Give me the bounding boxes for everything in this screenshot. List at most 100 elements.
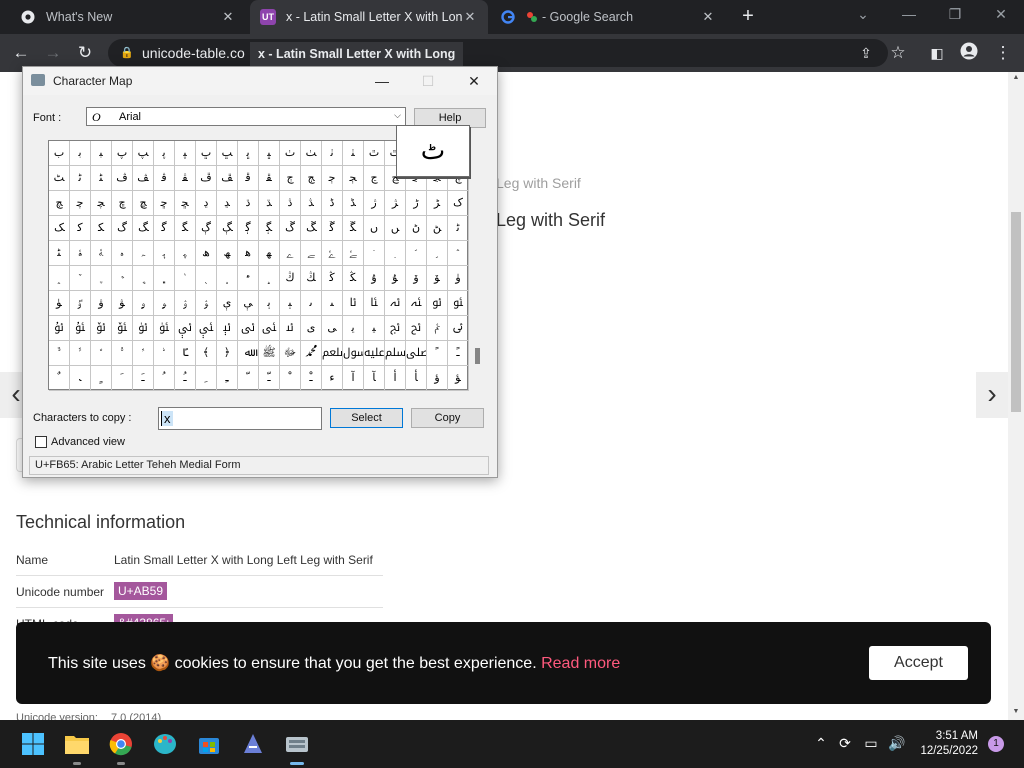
char-cell[interactable]: ﯸ bbox=[217, 316, 238, 341]
char-cell[interactable]: ﱞ bbox=[49, 341, 70, 366]
char-cell[interactable]: ﹴ bbox=[91, 366, 112, 391]
char-cell[interactable]: ﮮ bbox=[280, 241, 301, 266]
char-cell[interactable]: ﮤ bbox=[70, 241, 91, 266]
char-cell[interactable]: ﮧ bbox=[133, 241, 154, 266]
address-bar[interactable]: 🔒 unicode-table.co bbox=[108, 39, 888, 67]
char-cell[interactable]: ﯩ bbox=[322, 291, 343, 316]
start-icon[interactable] bbox=[19, 730, 47, 758]
char-cell[interactable]: ﭱ bbox=[259, 166, 280, 191]
char-cell[interactable]: ﭫ bbox=[133, 166, 154, 191]
chrome-icon[interactable] bbox=[107, 730, 135, 765]
char-cell[interactable]: ﺃ bbox=[385, 366, 406, 391]
char-cell[interactable]: ﭴ bbox=[322, 166, 343, 191]
char-cell[interactable]: ﯶ bbox=[175, 316, 196, 341]
char-cell[interactable]: ﮑ bbox=[91, 216, 112, 241]
notification-badge[interactable]: 1 bbox=[988, 736, 1004, 752]
char-cell[interactable]: ﮴ bbox=[406, 241, 427, 266]
char-cell[interactable]: ﯛ bbox=[448, 266, 469, 291]
char-cell[interactable]: ﹶ bbox=[112, 366, 133, 391]
char-cell[interactable]: ﭗ bbox=[133, 141, 154, 166]
char-cell[interactable]: ﯹ bbox=[238, 316, 259, 341]
char-cell[interactable]: ﯭ bbox=[406, 291, 427, 316]
char-cell[interactable]: ﭰ bbox=[238, 166, 259, 191]
char-cell[interactable]: ﮳ bbox=[385, 241, 406, 266]
scroll-thumb[interactable] bbox=[1011, 212, 1021, 412]
char-cell[interactable]: ﮄ bbox=[238, 191, 259, 216]
char-cell[interactable]: ﭢ bbox=[364, 141, 385, 166]
char-cell[interactable]: ﹳ bbox=[70, 366, 91, 391]
char-cell[interactable]: ﴼ bbox=[175, 341, 196, 366]
char-cell[interactable]: ﰁ bbox=[406, 316, 427, 341]
file-explorer-icon[interactable] bbox=[63, 730, 91, 765]
char-cell[interactable]: ﰃ bbox=[448, 316, 469, 341]
font-select[interactable]: O Arial ⌵ bbox=[86, 107, 406, 126]
char-cell[interactable]: ﹸ bbox=[154, 366, 175, 391]
char-cell[interactable]: ﮱ bbox=[343, 241, 364, 266]
profile-icon[interactable] bbox=[958, 42, 980, 64]
char-cell[interactable]: ﯵ bbox=[154, 316, 175, 341]
char-cell[interactable]: ﭿ bbox=[133, 191, 154, 216]
menu-icon[interactable]: ⋮ bbox=[992, 42, 1014, 64]
char-cell[interactable]: ﮣ bbox=[49, 241, 70, 266]
char-cell[interactable]: ﮫ bbox=[217, 241, 238, 266]
char-cell[interactable]: ﹱ bbox=[448, 341, 469, 366]
char-cell[interactable]: ﮈ bbox=[322, 191, 343, 216]
side-panel-icon[interactable]: ◧ bbox=[926, 42, 948, 64]
char-cell[interactable]: ﭭ bbox=[175, 166, 196, 191]
char-cell[interactable]: ﭠ bbox=[322, 141, 343, 166]
characters-to-copy-input[interactable]: x bbox=[158, 407, 322, 430]
char-cell[interactable]: ﭖ bbox=[112, 141, 133, 166]
sync-icon[interactable]: ⟳ bbox=[836, 734, 854, 752]
char-cell[interactable]: ﱣ bbox=[154, 341, 175, 366]
advanced-view-checkbox[interactable] bbox=[35, 436, 47, 448]
char-cell[interactable]: ﮶ bbox=[448, 241, 469, 266]
char-cell[interactable]: ﮋ bbox=[385, 191, 406, 216]
char-cell[interactable]: ﭮ bbox=[196, 166, 217, 191]
char-cell[interactable]: ﯨ bbox=[301, 291, 322, 316]
char-cell[interactable]: ﮓ bbox=[133, 216, 154, 241]
char-cell[interactable]: ﯞ bbox=[91, 291, 112, 316]
char-cell[interactable]: ﷷ bbox=[364, 341, 385, 366]
restore-icon[interactable]: ❐ bbox=[940, 6, 970, 26]
char-cell[interactable]: ﯚ bbox=[427, 266, 448, 291]
char-cell[interactable]: ﮝ bbox=[343, 216, 364, 241]
char-cell[interactable]: ﴾ bbox=[196, 341, 217, 366]
char-cell[interactable]: ﮇ bbox=[301, 191, 322, 216]
char-cell[interactable]: ﮵ bbox=[427, 241, 448, 266]
share-icon[interactable]: ⇪ bbox=[855, 42, 877, 64]
char-cell[interactable]: ﮀ bbox=[154, 191, 175, 216]
close-icon[interactable]: ✕ bbox=[459, 71, 489, 91]
char-cell[interactable]: ﱢ bbox=[133, 341, 154, 366]
char-cell[interactable]: ﮾ bbox=[196, 266, 217, 291]
char-cell[interactable]: ﮡ bbox=[427, 216, 448, 241]
char-cell[interactable]: ﭬ bbox=[154, 166, 175, 191]
char-cell[interactable]: ﺆ bbox=[448, 366, 469, 391]
grid-scroll-thumb[interactable] bbox=[475, 348, 480, 364]
select-button[interactable]: Select bbox=[330, 408, 403, 428]
char-cell[interactable]: ﷴ bbox=[301, 341, 322, 366]
accept-button[interactable]: Accept bbox=[869, 646, 968, 680]
char-cell[interactable]: ﭝ bbox=[259, 141, 280, 166]
char-cell[interactable]: ﹹ bbox=[175, 366, 196, 391]
char-cell[interactable]: ﯫ bbox=[364, 291, 385, 316]
char-cell[interactable]: ﭛ bbox=[217, 141, 238, 166]
tab-search-icon[interactable]: ⌄ bbox=[848, 6, 878, 26]
char-cell[interactable]: ﭘ bbox=[154, 141, 175, 166]
char-cell[interactable]: ﹼ bbox=[238, 366, 259, 391]
char-cell[interactable]: ﰂ bbox=[427, 316, 448, 341]
char-cell[interactable]: ﹿ bbox=[301, 366, 322, 391]
char-cell[interactable]: ﯮ bbox=[427, 291, 448, 316]
scroll-up-icon[interactable]: ▲ bbox=[1012, 74, 1020, 81]
char-cell[interactable]: ﭩ bbox=[91, 166, 112, 191]
char-cell[interactable]: ﯴ bbox=[133, 316, 154, 341]
char-cell[interactable]: ﭧ bbox=[49, 166, 70, 191]
char-cell[interactable]: ﭙ bbox=[175, 141, 196, 166]
char-cell[interactable]: ﮏ bbox=[49, 216, 70, 241]
char-cell[interactable]: ﮐ bbox=[70, 216, 91, 241]
char-cell[interactable]: ﯰ bbox=[49, 316, 70, 341]
char-cell[interactable]: ﮠ bbox=[406, 216, 427, 241]
char-cell[interactable]: ﯔ bbox=[301, 266, 322, 291]
char-cell[interactable]: ﯻ bbox=[280, 316, 301, 341]
char-cell[interactable]: ﷸ bbox=[385, 341, 406, 366]
char-cell[interactable]: ﺄ bbox=[406, 366, 427, 391]
